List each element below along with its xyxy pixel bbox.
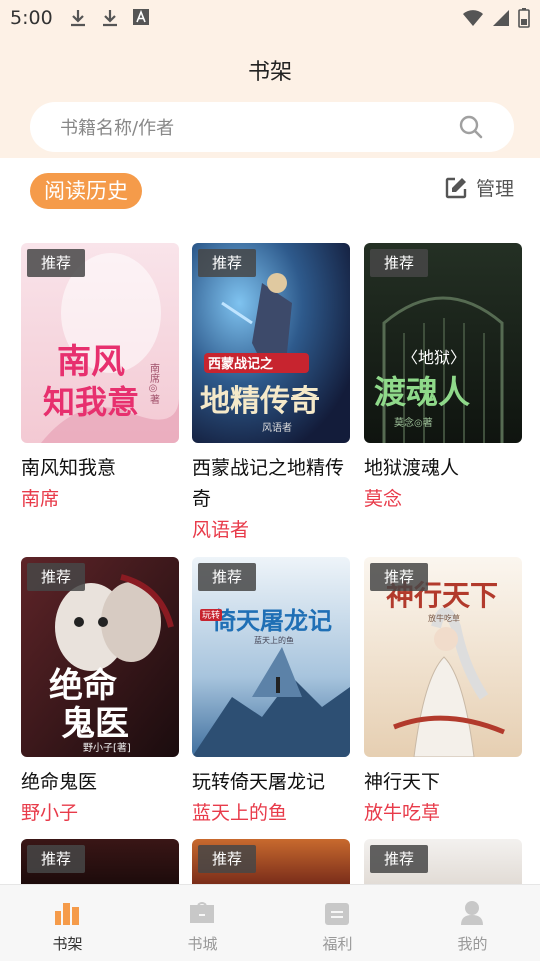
header: 书架 xyxy=(0,36,540,158)
book-card[interactable]: 推荐 xyxy=(21,839,179,884)
book-cover[interactable]: 绝命 鬼医 野小子[著] 推荐 xyxy=(21,557,179,757)
page-title: 书架 xyxy=(247,60,292,85)
book-author: 野小子 xyxy=(21,802,79,824)
book-author: 放牛吃草 xyxy=(364,802,441,824)
battery-icon xyxy=(518,8,530,28)
svg-text:绝命: 绝命 xyxy=(49,666,117,706)
svg-text:知我意: 知我意 xyxy=(43,383,139,421)
svg-text:风语者: 风语者 xyxy=(262,422,292,434)
download-icon xyxy=(71,10,85,27)
book-card[interactable]: 推荐 xyxy=(192,839,350,884)
tab-bookstore[interactable]: 书城 xyxy=(135,885,270,961)
bookstore-icon xyxy=(190,902,214,923)
system-indicators xyxy=(462,8,530,28)
manage-label: 管理 xyxy=(475,178,514,200)
tab-bookshelf[interactable]: 书架 xyxy=(0,885,135,961)
recommend-badge: 推荐 xyxy=(370,563,428,591)
recommend-badge: 推荐 xyxy=(370,249,428,277)
recommend-badge: 推荐 xyxy=(370,845,428,873)
manage-button[interactable]: 管理 xyxy=(444,174,514,201)
recommend-badge: 推荐 xyxy=(198,563,256,591)
book-card[interactable]: 神行天下 放牛吃草 推荐 神行天下 放牛吃草 xyxy=(364,557,522,828)
profile-icon xyxy=(461,901,483,925)
search-box[interactable] xyxy=(30,102,514,152)
tab-label: 书城 xyxy=(187,935,218,953)
reading-history-button[interactable]: 阅读历史 xyxy=(30,173,142,209)
bookshelf-icon xyxy=(55,903,79,925)
book-cover[interactable]: 西蒙战记之 地精传奇 风语者 推荐 xyxy=(192,243,350,443)
recommend-badge: 推荐 xyxy=(198,845,256,873)
svg-text:玩转: 玩转 xyxy=(202,609,220,621)
recommend-badge: 推荐 xyxy=(198,249,256,277)
book-title[interactable]: 神行天下 xyxy=(364,767,522,798)
book-card[interactable]: 绝命 鬼医 野小子[著] 推荐 绝命鬼医 野小子 xyxy=(21,557,179,828)
bottom-tab-bar: 书架 书城 福利 我的 xyxy=(0,884,540,961)
tab-label: 书架 xyxy=(52,935,83,953)
svg-text:西蒙战记之: 西蒙战记之 xyxy=(208,356,273,372)
tab-welfare[interactable]: 福利 xyxy=(270,885,405,961)
book-cover[interactable]: 〈地狱〉 渡魂人 莫念◎著 推荐 xyxy=(364,243,522,443)
book-title[interactable]: 西蒙战记之地精传奇 xyxy=(192,453,350,515)
svg-text:野小子[著]: 野小子[著] xyxy=(83,741,131,754)
svg-text:南风: 南风 xyxy=(57,342,125,382)
svg-text:地精传奇: 地精传奇 xyxy=(200,384,320,419)
book-card[interactable]: 〈地狱〉 渡魂人 莫念◎著 推荐 地狱渡魂人 莫念 xyxy=(364,243,522,514)
svg-text:〈地狱〉: 〈地狱〉 xyxy=(402,348,466,367)
book-title[interactable]: 地狱渡魂人 xyxy=(364,453,522,484)
tab-label: 福利 xyxy=(322,935,353,953)
book-cover[interactable]: 倚天屠龙记 玩转 蓝天上的鱼 推荐 xyxy=(192,557,350,757)
status-bar: 5:00 xyxy=(0,0,540,36)
book-author: 莫念 xyxy=(364,488,403,510)
book-cover[interactable]: 神行天下 放牛吃草 推荐 xyxy=(364,557,522,757)
book-cover[interactable]: 推荐 xyxy=(364,839,522,884)
svg-text:放牛吃草: 放牛吃草 xyxy=(428,613,460,623)
signal-icon xyxy=(493,10,509,26)
notification-icons xyxy=(68,8,150,28)
svg-text:渡魂人: 渡魂人 xyxy=(374,373,470,411)
book-cover[interactable]: 推荐 xyxy=(21,839,179,884)
edit-icon xyxy=(445,177,467,198)
svg-text:鬼医: 鬼医 xyxy=(61,704,129,744)
svg-text:莫念◎著: 莫念◎著 xyxy=(394,416,433,429)
status-time: 5:00 xyxy=(10,7,53,29)
svg-text:蓝天上的鱼: 蓝天上的鱼 xyxy=(254,635,294,645)
book-author: 风语者 xyxy=(192,519,250,541)
book-author: 南席 xyxy=(21,488,60,510)
book-card[interactable]: 南风 知我意 南席◎著 推荐 南风知我意 南席 xyxy=(21,243,179,514)
book-title[interactable]: 玩转倚天屠龙记 xyxy=(192,767,350,798)
book-card[interactable]: 西蒙战记之 地精传奇 风语者 推荐 西蒙战记之地精传奇 风语者 xyxy=(192,243,350,545)
recommend-badge: 推荐 xyxy=(27,845,85,873)
welfare-icon xyxy=(325,903,349,925)
tab-profile[interactable]: 我的 xyxy=(405,885,540,961)
recommend-badge: 推荐 xyxy=(27,563,85,591)
download-icon xyxy=(103,10,117,27)
wifi-icon xyxy=(463,10,483,26)
book-author: 蓝天上的鱼 xyxy=(192,802,288,824)
book-card[interactable]: 倚天屠龙记 玩转 蓝天上的鱼 推荐 玩转倚天屠龙记 蓝天上的鱼 xyxy=(192,557,350,828)
font-app-icon xyxy=(133,9,149,25)
tab-label: 我的 xyxy=(457,935,488,953)
book-card[interactable]: 推荐 xyxy=(364,839,522,884)
book-title[interactable]: 绝命鬼医 xyxy=(21,767,179,798)
search-input[interactable] xyxy=(58,114,442,142)
search-icon[interactable] xyxy=(458,114,484,140)
svg-text:南席◎著: 南席◎著 xyxy=(148,362,160,404)
svg-text:倚天屠龙记: 倚天屠龙记 xyxy=(211,606,332,635)
book-title[interactable]: 南风知我意 xyxy=(21,453,179,484)
book-cover[interactable]: 南风 知我意 南席◎著 推荐 xyxy=(21,243,179,443)
book-cover[interactable]: 推荐 xyxy=(192,839,350,884)
recommend-badge: 推荐 xyxy=(27,249,85,277)
